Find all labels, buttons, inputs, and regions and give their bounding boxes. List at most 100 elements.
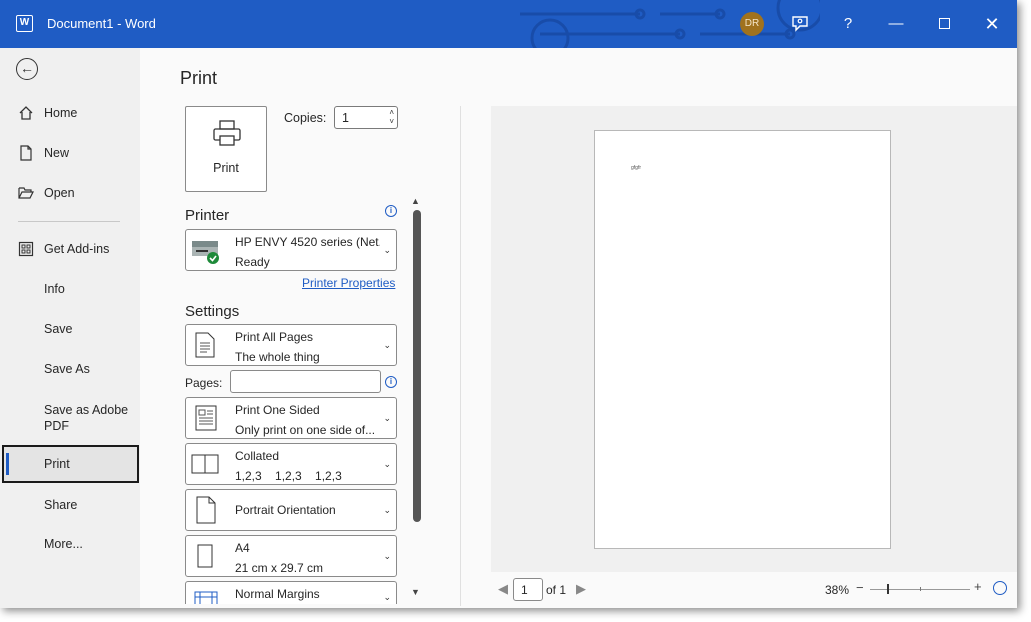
portrait-page-icon xyxy=(196,496,216,524)
new-document-icon xyxy=(18,145,34,161)
sidebar-item-label: Get Add-ins xyxy=(44,242,110,256)
home-icon xyxy=(18,105,34,121)
printer-icon xyxy=(213,120,241,146)
sidebar-item-label: Open xyxy=(44,186,75,200)
maximize-icon[interactable] xyxy=(930,10,958,38)
chevron-down-icon: ⌄ xyxy=(383,551,391,561)
help-icon[interactable]: ? xyxy=(834,10,862,38)
printer-properties-link[interactable]: Printer Properties xyxy=(302,276,395,290)
folder-open-icon xyxy=(18,185,34,201)
sidebar-item-more[interactable]: More... xyxy=(0,525,140,563)
preview-page: gfgfr xyxy=(594,130,891,549)
pages-icon xyxy=(195,332,215,358)
backstage-sidebar: ← Home New Open Get Add-ins Info Save Sa… xyxy=(0,48,140,608)
chevron-down-icon: ⌄ xyxy=(383,459,391,469)
zoom-slider[interactable] xyxy=(870,584,970,594)
word-window: W Document1 - Word DR ? — ✕ ← Home New O… xyxy=(0,0,1017,608)
chevron-down-icon: ⌄ xyxy=(383,340,391,350)
current-page-input[interactable]: 1 xyxy=(513,578,543,601)
page-count: of 1 xyxy=(546,583,567,597)
print-button-label: Print xyxy=(213,161,239,175)
collation-title: Collated xyxy=(235,449,280,463)
sidebar-item-save-as[interactable]: Save As xyxy=(0,350,140,388)
titlebar-decoration xyxy=(520,0,820,48)
settings-heading: Settings xyxy=(185,303,240,320)
sides-desc: Only print on one side of... xyxy=(235,423,376,437)
next-page-icon[interactable]: ▶ xyxy=(576,581,586,597)
chevron-down-icon: ⌄ xyxy=(383,592,391,602)
paper-size-title: A4 xyxy=(235,541,250,555)
add-ins-grid-icon xyxy=(18,241,34,257)
sidebar-item-share[interactable]: Share xyxy=(0,486,140,524)
title-bar: W Document1 - Word DR ? — ✕ xyxy=(0,0,1017,48)
word-app-icon: W xyxy=(16,15,33,32)
paper-size-icon xyxy=(197,544,213,568)
pages-input[interactable] xyxy=(230,370,381,393)
settings-scrollbar[interactable]: ▲ ▼ xyxy=(410,196,423,601)
sidebar-item-label: Share xyxy=(44,498,78,512)
scroll-down-icon[interactable]: ▼ xyxy=(411,587,420,597)
paper-size-desc: 21 cm x 29.7 cm xyxy=(235,561,324,575)
chevron-down-icon: ⌄ xyxy=(383,505,391,515)
margins-icon xyxy=(194,591,218,604)
previous-page-icon[interactable]: ◀ xyxy=(498,581,508,597)
sidebar-item-info[interactable]: Info xyxy=(0,270,140,308)
sidebar-item-save-as-adobe-pdf[interactable]: Save as Adobe PDF xyxy=(0,390,140,434)
printer-name: HP ENVY 4520 series (Net... xyxy=(235,235,380,249)
feedback-icon[interactable] xyxy=(786,10,814,38)
zoom-in-icon[interactable]: + xyxy=(974,579,982,594)
sides-select[interactable]: Print One Sided Only print on one side o… xyxy=(185,397,397,439)
sidebar-divider xyxy=(18,221,120,222)
sidebar-item-label: Print xyxy=(44,457,70,471)
sidebar-item-get-add-ins[interactable]: Get Add-ins xyxy=(0,230,140,268)
print-pane: Print Print Copies: 1 ˄ ˅ Printer i HP E… xyxy=(140,48,1017,608)
chevron-down-icon: ⌄ xyxy=(383,413,391,423)
spin-arrows-icon[interactable]: ˄ ˅ xyxy=(389,108,394,126)
copies-stepper[interactable]: 1 ˄ ˅ xyxy=(334,106,398,129)
scrollbar-thumb[interactable] xyxy=(413,210,421,522)
user-avatar[interactable]: DR xyxy=(740,12,764,36)
copies-label: Copies: xyxy=(284,111,327,125)
sidebar-item-label: Info xyxy=(44,282,65,296)
zoom-slider-thumb[interactable] xyxy=(887,584,889,594)
print-preview: gfgfr xyxy=(491,106,1017,572)
zoom-to-page-icon[interactable] xyxy=(993,581,1007,595)
one-sided-icon xyxy=(195,405,217,431)
sidebar-item-open[interactable]: Open xyxy=(0,174,140,212)
copies-value: 1 xyxy=(342,111,349,125)
zoom-out-icon[interactable]: − xyxy=(856,580,864,595)
collation-desc: 1,2,3 1,2,3 1,2,3 xyxy=(235,469,342,483)
orientation-select[interactable]: Portrait Orientation ⌄ xyxy=(185,489,397,531)
close-icon[interactable]: ✕ xyxy=(978,10,1006,38)
sidebar-item-new[interactable]: New xyxy=(0,134,140,172)
info-icon[interactable]: i xyxy=(385,376,397,388)
sidebar-item-save[interactable]: Save xyxy=(0,310,140,348)
printer-select[interactable]: HP ENVY 4520 series (Net... Ready ⌄ xyxy=(185,229,397,271)
info-icon[interactable]: i xyxy=(385,205,397,217)
printer-status: Ready xyxy=(235,255,270,269)
sidebar-item-label: Save as Adobe PDF xyxy=(44,403,129,433)
preview-page-text: gfgfr xyxy=(631,165,642,171)
orientation-title: Portrait Orientation xyxy=(235,503,336,517)
print-button[interactable]: Print xyxy=(185,106,267,192)
chevron-down-icon: ⌄ xyxy=(383,245,391,255)
zoom-level[interactable]: 38% xyxy=(825,583,849,597)
collation-select[interactable]: Collated 1,2,3 1,2,3 1,2,3 ⌄ xyxy=(185,443,397,485)
margins-select[interactable]: Normal Margins ⌄ xyxy=(185,581,397,604)
sidebar-item-home[interactable]: Home xyxy=(0,94,140,132)
back-arrow-icon[interactable]: ← xyxy=(16,58,38,80)
paper-size-select[interactable]: A4 21 cm x 29.7 cm ⌄ xyxy=(185,535,397,577)
print-range-desc: The whole thing xyxy=(235,350,320,364)
printer-device-icon xyxy=(192,241,219,264)
sidebar-item-label: Save xyxy=(44,322,73,336)
scroll-up-icon[interactable]: ▲ xyxy=(411,196,420,206)
collated-icon xyxy=(191,454,219,474)
page-title: Print xyxy=(180,68,218,88)
pane-divider xyxy=(460,106,461,606)
sidebar-item-print[interactable]: Print xyxy=(2,445,139,483)
print-range-select[interactable]: Print All Pages The whole thing ⌄ xyxy=(185,324,397,366)
zoom-slider-midpoint xyxy=(920,587,921,591)
margins-title: Normal Margins xyxy=(235,587,320,601)
minimize-icon[interactable]: — xyxy=(882,10,910,38)
sidebar-item-label: New xyxy=(44,146,70,160)
